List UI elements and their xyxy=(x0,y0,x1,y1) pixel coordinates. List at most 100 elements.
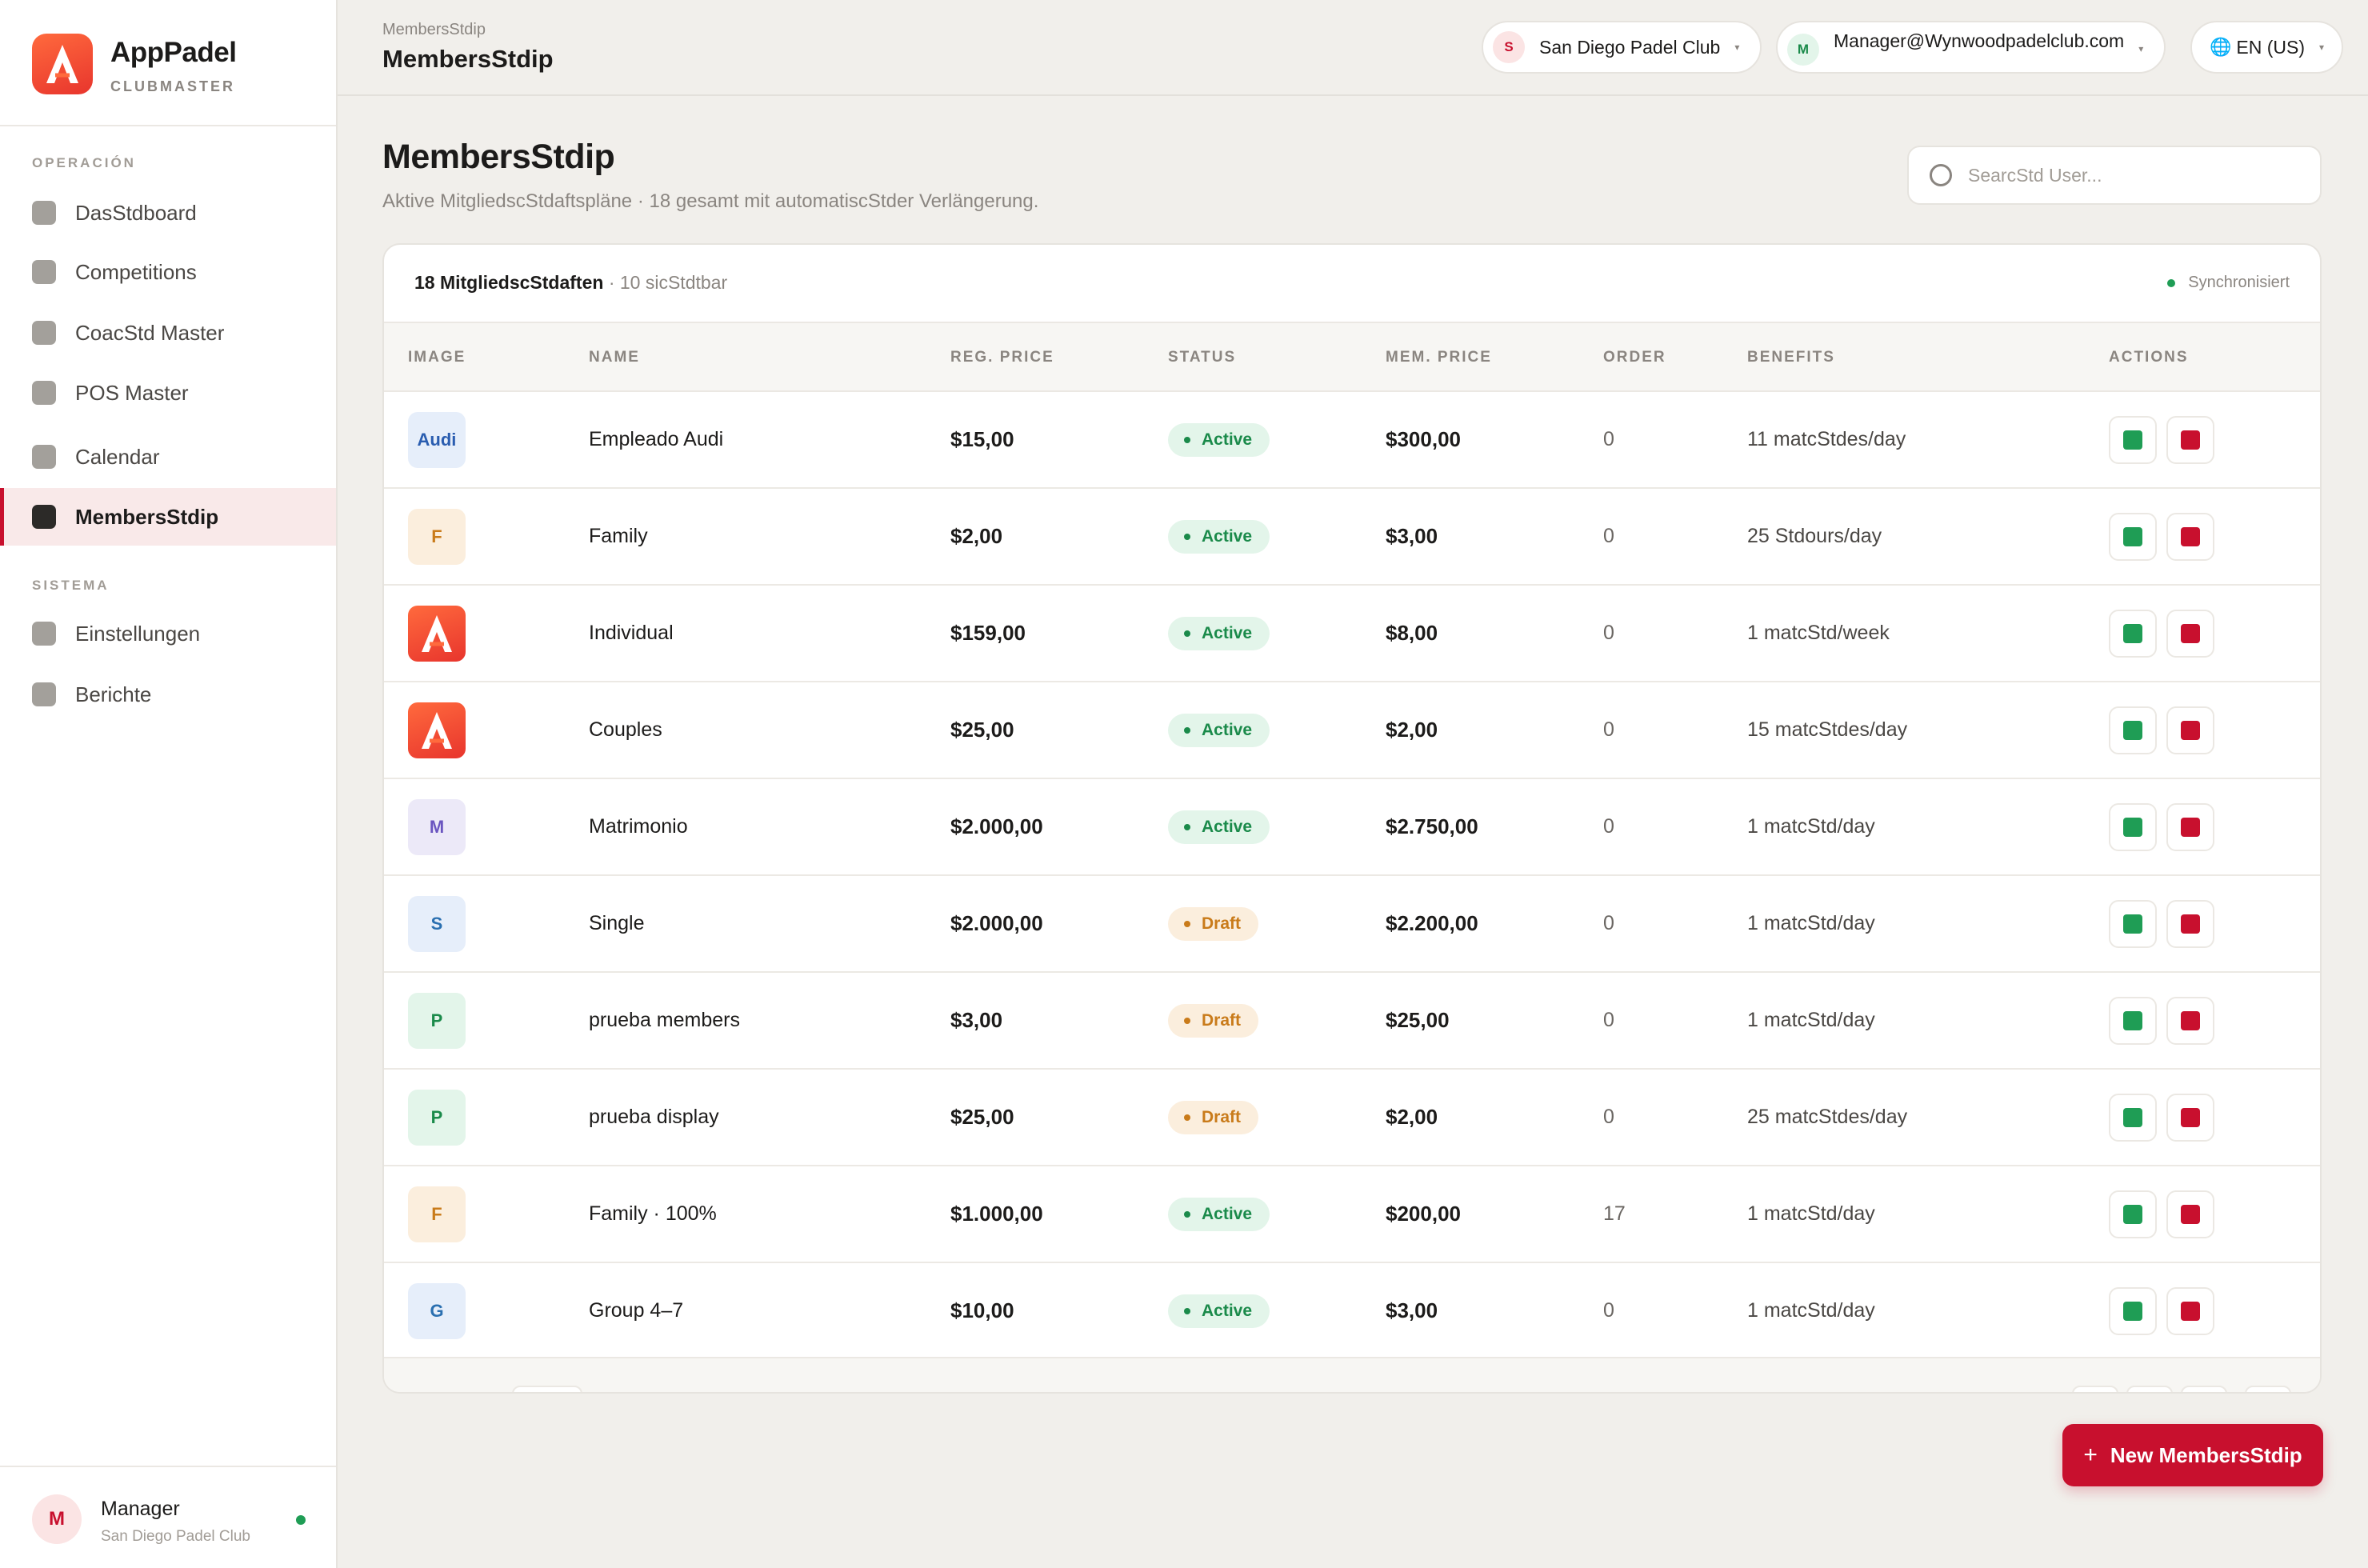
table-row[interactable]: M Matrimonio $2.000,00 Active $2.750,00 0 1 ma… xyxy=(384,779,2320,876)
table-row[interactable]: Pprueba members $3,00 Draft $25,00 0 1 matcSt… xyxy=(384,973,2320,1070)
account-avatar: M xyxy=(1787,34,1819,66)
pagination-next-button[interactable] xyxy=(2245,1386,2291,1392)
edit-button[interactable] xyxy=(2109,899,2157,948)
account-selector[interactable]: M Manager@Wynwoodpadelclub.com ▾ xyxy=(1776,21,2166,74)
membership-thumbnail: Audi xyxy=(408,411,466,468)
sidebar-item-competitions[interactable]: Competitions xyxy=(0,243,336,301)
brand[interactable]: AppPadel CLUBMASTER xyxy=(0,0,336,126)
edit-button[interactable] xyxy=(2109,1190,2157,1238)
membership-icon xyxy=(32,505,56,529)
table-row[interactable]: F Family · 100% $1.000,00 Active $200,00 17 1 … xyxy=(384,1166,2320,1263)
membership-thumbnail: G xyxy=(408,1282,466,1339)
table-row[interactable]: Audi Empleado Audi $15,00 Active $300,00 0 11 … xyxy=(384,392,2320,489)
edit-icon xyxy=(2123,1301,2142,1321)
search-box[interactable] xyxy=(1907,146,2322,205)
delete-button[interactable] xyxy=(2166,415,2214,464)
mem-price: $3,00 xyxy=(1386,1298,1438,1322)
delete-button[interactable] xyxy=(2166,899,2214,948)
settings-icon xyxy=(32,622,56,646)
delete-button[interactable] xyxy=(2166,1093,2214,1142)
sidebar-item-reports[interactable]: Berichte xyxy=(0,666,336,723)
reg-price: $3,00 xyxy=(950,1008,1003,1032)
breadcrumb[interactable]: MembersStdip xyxy=(382,21,486,39)
delete-button[interactable] xyxy=(2166,996,2214,1045)
pagination-prev-button[interactable] xyxy=(2072,1386,2118,1392)
table-row[interactable]: F Family $2,00 Active $3,00 0 25 Stdours/day xyxy=(384,489,2320,586)
table-row[interactable]: G Group 4–7 $10,00 Active $3,00 0 1 matcStd/da… xyxy=(384,1263,2320,1360)
sidebar: AppPadel CLUBMASTER OPERACIÓN DasStdboar… xyxy=(0,0,338,1568)
delete-icon xyxy=(2181,720,2200,740)
pagination-page-button[interactable] xyxy=(2126,1386,2173,1392)
edit-button[interactable] xyxy=(2109,802,2157,851)
status-dot-icon xyxy=(1184,1114,1190,1121)
actions-cell xyxy=(2109,1166,2224,1262)
image-cell: P xyxy=(408,973,466,1068)
reg-price: $2.000,00 xyxy=(950,814,1043,838)
delete-button[interactable] xyxy=(2166,706,2214,754)
edit-button[interactable] xyxy=(2109,996,2157,1045)
edit-button[interactable] xyxy=(2109,512,2157,561)
table-row[interactable]: Individual $159,00 Active $8,00 0 1 matcStd/w… xyxy=(384,586,2320,682)
sidebar-item-pos-master[interactable]: POS Master xyxy=(0,364,336,422)
user-club: San Diego Padel Club xyxy=(101,1528,250,1545)
topbar: MembersStdip MembersStdip S San Diego Pa… xyxy=(338,0,2368,96)
delete-icon xyxy=(2181,623,2200,643)
membership-table-card: 18 MitgliedscStdaften · 10 sicStdtbar Sy… xyxy=(382,243,2322,1394)
edit-button[interactable] xyxy=(2109,706,2157,754)
column-header-name[interactable]: NAME xyxy=(589,349,640,366)
table-row[interactable]: Couples $25,00 Active $2,00 0 15 matcStdes/da… xyxy=(384,682,2320,779)
status-badge: Active xyxy=(1168,519,1270,554)
order-value: 17 xyxy=(1603,1202,1626,1225)
delete-button[interactable] xyxy=(2166,1286,2214,1335)
sidebar-item-membership[interactable]: MembersStdip xyxy=(0,488,336,546)
status-dot-icon xyxy=(1184,533,1190,540)
table-row[interactable]: S Single $2.000,00 Draft $2.200,00 0 1 matcStd… xyxy=(384,876,2320,973)
search-input[interactable] xyxy=(1968,164,2304,186)
status-badge: Draft xyxy=(1168,906,1259,941)
edit-icon xyxy=(2123,1107,2142,1127)
sidebar-item-calendar[interactable]: Calendar xyxy=(0,428,336,486)
column-header-status[interactable]: STATUS xyxy=(1168,349,1236,366)
table-footer xyxy=(384,1357,2320,1392)
column-header-order[interactable]: ORDER xyxy=(1603,349,1666,366)
table-row[interactable]: Pprueba display $25,00 Draft $2,00 0 25 matcS… xyxy=(384,1070,2320,1166)
column-header-image[interactable]: IMAGE xyxy=(408,349,466,366)
apppadel-logo-icon xyxy=(408,605,466,662)
pagination-page-button[interactable] xyxy=(2181,1386,2227,1392)
image-cell: G xyxy=(408,1263,466,1358)
page-size-select[interactable] xyxy=(512,1386,582,1392)
edit-button[interactable] xyxy=(2109,609,2157,658)
delete-button[interactable] xyxy=(2166,802,2214,851)
coach-icon xyxy=(32,321,56,345)
order-value: 0 xyxy=(1603,718,1614,741)
delete-button[interactable] xyxy=(2166,609,2214,658)
delete-button[interactable] xyxy=(2166,512,2214,561)
sidebar-item-dashboard[interactable]: DasStdboard xyxy=(0,184,336,242)
sidebar-item-settings[interactable]: Einstellungen xyxy=(0,605,336,662)
apppadel-logo-icon xyxy=(32,34,93,94)
current-user[interactable]: M Manager San Diego Padel Club xyxy=(0,1466,336,1568)
edit-button[interactable] xyxy=(2109,415,2157,464)
language-label: EN (US) xyxy=(2236,36,2306,58)
language-selector[interactable]: 🌐 EN (US) ▾ xyxy=(2190,21,2344,74)
delete-icon xyxy=(2181,1107,2200,1127)
mem-price: $2.750,00 xyxy=(1386,814,1478,838)
sidebar-item-coach-master[interactable]: CoacStd Master xyxy=(0,304,336,362)
club-selector[interactable]: S San Diego Padel Club ▾ xyxy=(1482,21,1762,74)
membership-count: 18 MitgliedscStdaften · 10 sicStdtbar xyxy=(414,272,727,294)
status-dot-icon xyxy=(1184,1210,1190,1218)
club-selector-label: San Diego Padel Club xyxy=(1539,36,1721,58)
status-label: Draft xyxy=(1202,914,1242,933)
benefits: 11 matcStdes/day xyxy=(1747,428,1906,450)
pos-icon xyxy=(32,381,56,405)
column-header-reg-price[interactable]: REG. PRICE xyxy=(950,349,1054,366)
column-header-mem-price[interactable]: MEM. PRICE xyxy=(1386,349,1492,366)
delete-icon xyxy=(2181,817,2200,837)
actions-cell xyxy=(2109,1263,2224,1358)
edit-button[interactable] xyxy=(2109,1093,2157,1142)
edit-button[interactable] xyxy=(2109,1286,2157,1335)
new-membership-button[interactable]: + New MembersStdip xyxy=(2062,1424,2323,1486)
column-header-benefits[interactable]: BENEFITS xyxy=(1747,349,1835,366)
delete-button[interactable] xyxy=(2166,1190,2214,1238)
status-badge: Active xyxy=(1168,713,1270,747)
